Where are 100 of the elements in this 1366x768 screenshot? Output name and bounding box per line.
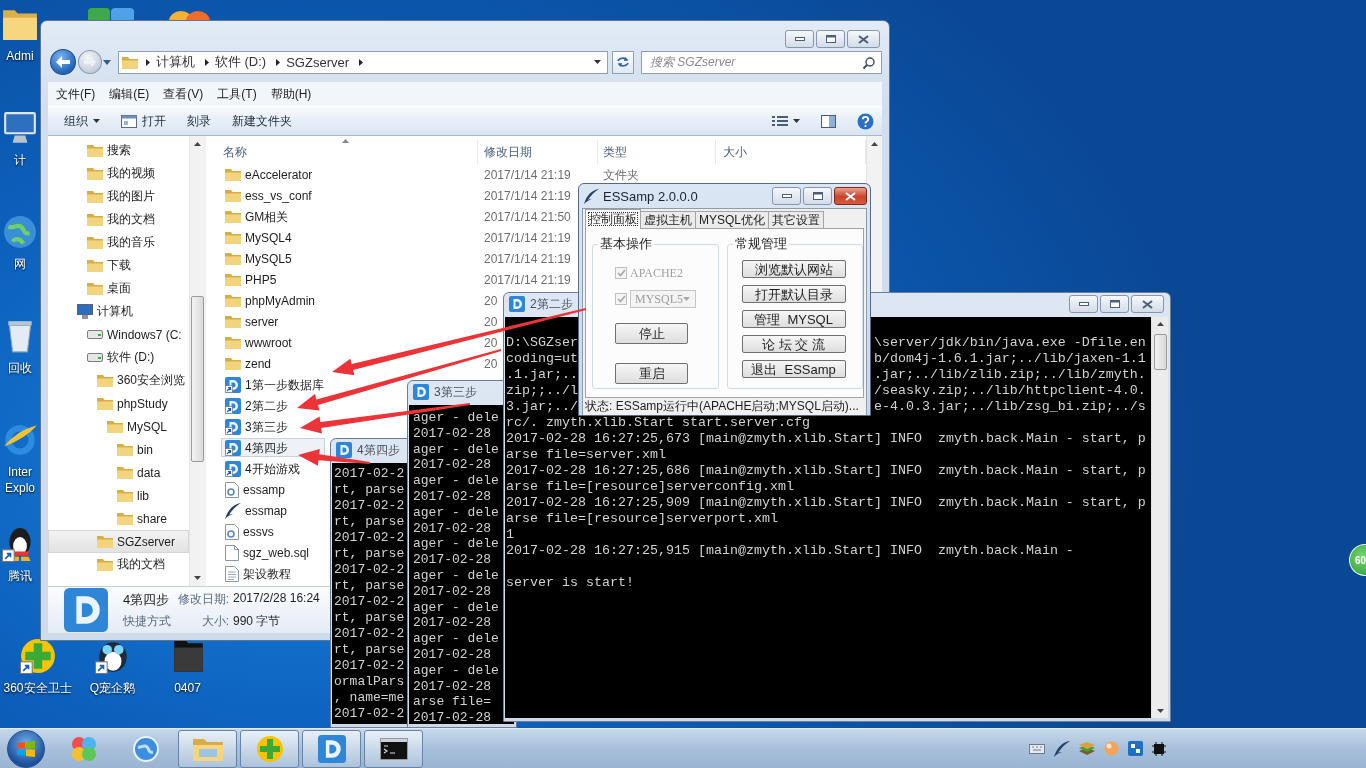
tree-item[interactable]: 搜索 <box>48 139 189 162</box>
action-button[interactable]: 退出 ESSamp <box>741 360 846 378</box>
book-stack-icon[interactable] <box>1079 741 1095 756</box>
file-item[interactable]: 架设教程 <box>221 564 325 583</box>
file-item[interactable]: eAccelerator <box>221 165 325 184</box>
menu-item[interactable]: 编辑(E) <box>102 83 157 105</box>
menu-item[interactable]: 帮助(H) <box>263 83 319 105</box>
breadcrumb-item[interactable]: 计算机 <box>153 52 197 72</box>
tree-item[interactable]: 我的文档 <box>48 553 189 576</box>
file-item[interactable]: 3第三步 <box>221 417 325 436</box>
plus-icon <box>255 734 284 763</box>
tree-item[interactable]: 软件 (D:) <box>48 346 189 369</box>
feather-icon[interactable] <box>1054 740 1070 757</box>
toolbar-button[interactable]: 组织 <box>56 109 108 133</box>
column-header[interactable]: 类型 <box>598 140 716 164</box>
keyboard-icon[interactable] <box>1029 743 1045 754</box>
tree-item[interactable]: MySQL <box>48 415 189 438</box>
action-button[interactable]: 重启 <box>615 363 688 384</box>
maximize-button[interactable] <box>1100 295 1129 313</box>
tree-item[interactable]: share <box>48 507 189 530</box>
tree-item[interactable]: phpStudy <box>48 392 189 415</box>
action-button[interactable]: 打开默认目录 <box>741 285 846 303</box>
file-item[interactable]: ess_vs_conf <box>221 186 325 205</box>
caret-icon <box>683 297 690 301</box>
file-item[interactable]: essmap <box>221 501 325 520</box>
refresh-button[interactable] <box>612 50 634 74</box>
scrollbar[interactable] <box>189 136 205 586</box>
file-item[interactable]: 4第四步 <box>221 438 325 457</box>
grid-icon[interactable] <box>1128 741 1143 756</box>
tree-item[interactable]: Windows7 (C: <box>48 323 189 346</box>
desktop-icon[interactable]: Q宠企鹅 <box>89 638 136 696</box>
breadcrumb-item[interactable]: 软件 (D:) <box>212 52 269 72</box>
tree-item[interactable]: 我的视频 <box>48 162 189 185</box>
scroll-thumb[interactable] <box>191 296 204 462</box>
tree-item[interactable]: 我的图片 <box>48 185 189 208</box>
tab[interactable]: 虚拟主机 <box>640 211 696 229</box>
file-item[interactable]: PHP5 <box>221 270 325 289</box>
start-button[interactable] <box>7 729 45 768</box>
file-item[interactable]: server <box>221 312 325 331</box>
desktop-icon[interactable]: 计 <box>0 110 40 168</box>
minimize-button[interactable] <box>1069 295 1098 313</box>
action-button[interactable]: 停止 <box>615 323 688 344</box>
tree-item[interactable]: 360安全浏览 <box>48 369 189 392</box>
close-button[interactable] <box>1131 295 1164 313</box>
desktop-icon[interactable]: Inter Explo <box>0 422 40 496</box>
search-field[interactable]: 搜索 SGZserver <box>641 50 882 74</box>
file-item[interactable]: essamp <box>221 480 325 499</box>
desktop-icon[interactable]: 0407 <box>169 638 206 696</box>
close-button[interactable] <box>847 30 880 48</box>
tree-item[interactable]: 我的音乐 <box>48 231 189 254</box>
tab[interactable]: MYSQL优化 <box>695 211 769 229</box>
tree-item[interactable]: data <box>48 461 189 484</box>
desktop-icon[interactable]: 360安全卫士 <box>3 638 72 696</box>
tab[interactable]: 控制面板 <box>585 209 641 229</box>
scrollbar[interactable] <box>1151 317 1168 718</box>
flag-icon <box>17 740 35 757</box>
chip-icon[interactable] <box>1152 741 1166 756</box>
minimize-button[interactable] <box>772 187 801 205</box>
menu-item[interactable]: 工具(T) <box>210 83 264 105</box>
tree-item[interactable]: 桌面 <box>48 277 189 300</box>
file-item[interactable]: zend <box>221 354 325 373</box>
desktop-icon[interactable]: Admi <box>0 6 40 64</box>
minimize-button[interactable] <box>785 30 814 48</box>
action-button[interactable]: 论 坛 交 流 <box>741 335 846 353</box>
maximize-button[interactable] <box>816 30 845 48</box>
scroll-thumb[interactable] <box>1153 334 1167 370</box>
tree-item[interactable]: SGZserver <box>48 530 189 553</box>
tree-item[interactable]: 下载 <box>48 254 189 277</box>
menu-item[interactable]: 文件(F) <box>49 83 103 105</box>
file-item[interactable]: phpMyAdmin <box>221 291 325 310</box>
action-button[interactable]: 管理 MYSQL <box>741 310 846 328</box>
tree-item[interactable]: 计算机 <box>48 300 189 323</box>
column-header[interactable]: 修改日期 <box>478 140 598 164</box>
file-item[interactable]: MySQL4 <box>221 228 325 247</box>
toolbar-button[interactable]: 刻录 <box>179 109 219 133</box>
toolbar-button[interactable]: 打开 <box>113 109 174 133</box>
file-item[interactable]: wwwroot <box>221 333 325 352</box>
desktop-icon[interactable]: 回收 <box>0 318 40 376</box>
maximize-button[interactable] <box>803 187 832 205</box>
file-item[interactable]: sgz_web.sql <box>221 543 325 562</box>
close-button[interactable] <box>834 187 867 205</box>
tree-item[interactable]: lib <box>48 484 189 507</box>
tab[interactable]: 其它设置 <box>768 211 824 229</box>
file-item[interactable]: 1第一步数据库 <box>221 375 328 394</box>
breadcrumb-item[interactable]: SGZserver <box>284 52 351 72</box>
desktop-icon[interactable]: 网 <box>0 214 40 272</box>
file-item[interactable]: 2第二步 <box>221 396 325 415</box>
address-bar[interactable]: 计算机 软件 (D:) SGZserver <box>117 50 609 74</box>
toolbar-button[interactable]: 新建文件夹 <box>224 109 300 133</box>
file-item[interactable]: MySQL5 <box>221 249 325 268</box>
file-item[interactable]: 4开始游戏 <box>221 459 325 478</box>
taskbar-button[interactable] <box>364 729 423 768</box>
desktop-icon[interactable]: 腾讯 <box>0 526 40 584</box>
tree-item[interactable]: 我的文档 <box>48 208 189 231</box>
tree-item[interactable]: bin <box>48 438 189 461</box>
menu-item[interactable]: 查看(V) <box>156 83 211 105</box>
file-item[interactable]: essvs <box>221 522 325 541</box>
back-button[interactable] <box>50 49 76 75</box>
file-item[interactable]: GM相关 <box>221 207 325 226</box>
action-button[interactable]: 浏览默认网站 <box>741 260 846 278</box>
